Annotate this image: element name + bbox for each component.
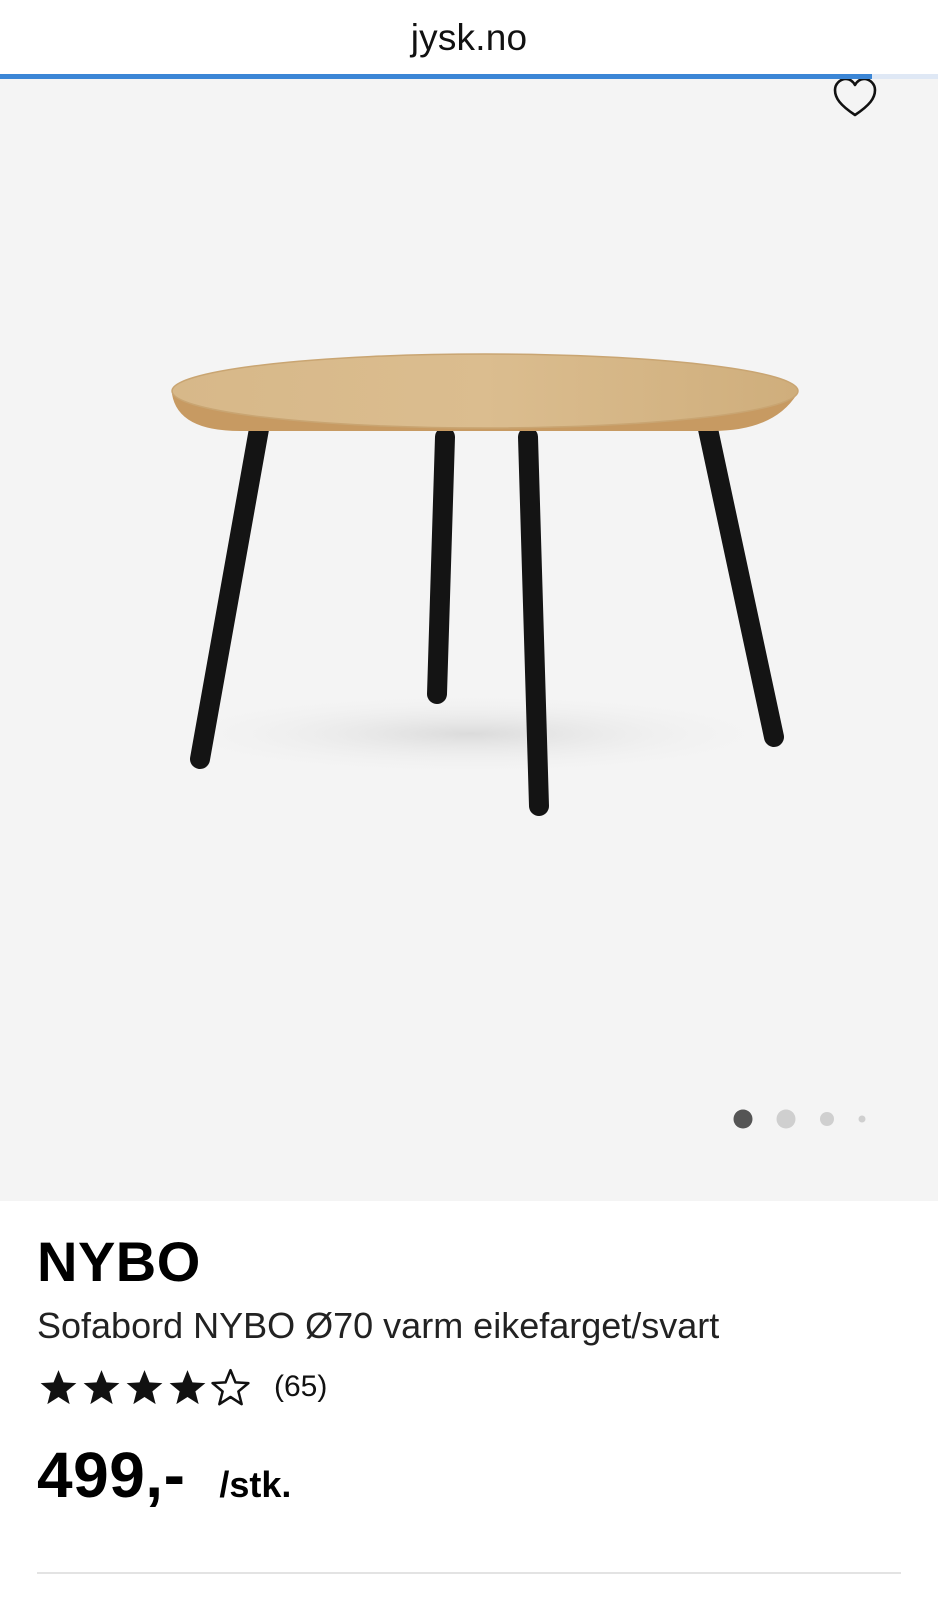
product-image-coffee-table [150,353,799,816]
star-outline-icon [211,1368,250,1406]
product-brand: NYBO [37,1230,201,1293]
gallery-dot-3 [820,1112,834,1126]
gallery-dot-4 [858,1115,866,1123]
price-unit: /stk. [219,1464,292,1505]
star-filled-icon [83,1370,120,1405]
review-count: (65) [274,1370,328,1403]
price-row: 499,- /stk. [37,1438,291,1512]
browser-address-bar[interactable]: jysk.no [0,0,938,78]
product-rating[interactable]: (65) [37,1367,327,1407]
product-info: NYBO Sofabord NYBO Ø70 varm eikefarget/s… [0,1201,938,1600]
favorite-heart-icon[interactable] [830,79,880,123]
url-text: jysk.no [410,17,528,58]
star-filled-icon [169,1370,206,1405]
divider [37,1572,901,1574]
star-filled-icon [126,1370,163,1405]
rating-stars [37,1367,252,1407]
product-image-gallery[interactable] [0,79,938,1201]
gallery-dot-1 [733,1109,753,1129]
gallery-dot-2 [776,1109,796,1129]
product-subtitle: Sofabord NYBO Ø70 varm eikefarget/svart [37,1305,720,1346]
star-filled-icon [40,1370,77,1405]
product-price: 499,- [37,1439,186,1511]
gallery-pagination-dots[interactable] [730,1109,890,1129]
